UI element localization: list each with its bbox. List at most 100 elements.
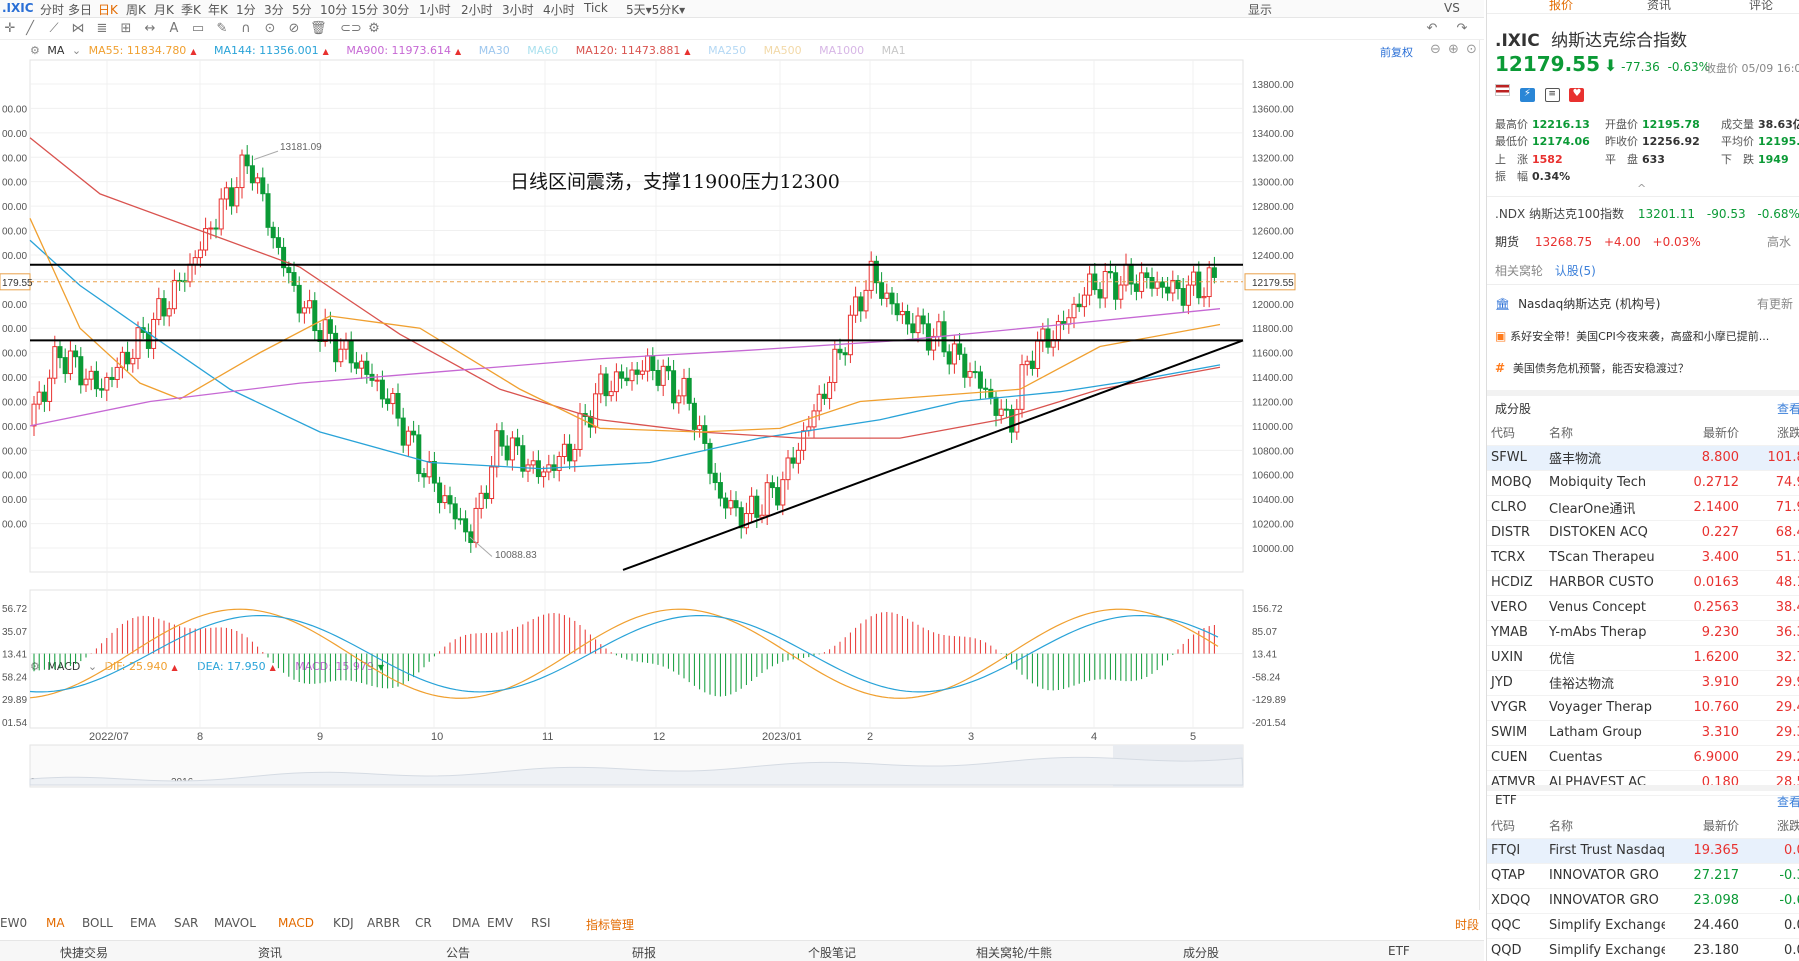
table-row[interactable]: UXIN优信1.620032.79 (1487, 645, 1799, 671)
period-tab[interactable]: 月K (154, 1, 174, 18)
indicator-tab-10[interactable]: DMA (452, 916, 480, 930)
session-button[interactable]: 时段 (1455, 916, 1479, 933)
indicator-tab-8[interactable]: ARBR (367, 916, 400, 930)
table-row[interactable]: CLROClearOne通讯2.140071.93 (1487, 495, 1799, 521)
note-icon[interactable]: ≡ (1544, 88, 1560, 102)
measure-tool-icon[interactable]: ⊞ (118, 21, 134, 37)
period-tab-active[interactable]: 日K (98, 1, 118, 18)
column-header[interactable]: 涨跌幅 (1743, 420, 1799, 446)
bottom-nav-item-2[interactable]: 公告 (446, 944, 470, 961)
indicator-tab-7[interactable]: KDJ (333, 916, 354, 930)
column-header[interactable]: 代码 (1487, 813, 1545, 839)
bottom-nav-item-6[interactable]: 成分股 (1183, 944, 1219, 961)
bottom-nav-item-5[interactable]: 相关窝轮/牛熊 (976, 944, 1052, 961)
bottom-nav-item-4[interactable]: 个股笔记 (808, 944, 856, 961)
column-header[interactable]: 名称 (1545, 813, 1665, 839)
hide-icon[interactable]: ⊘ (286, 21, 302, 37)
indicator-tab-0[interactable]: EW0 (0, 916, 27, 930)
period-tab[interactable]: 1分 (236, 1, 256, 18)
range-select[interactable]: 5天▾5分K▾ (626, 1, 685, 18)
column-header[interactable]: 名称 (1545, 420, 1665, 446)
indicator-tab-4[interactable]: SAR (174, 916, 198, 930)
column-header[interactable]: 代码 (1487, 420, 1545, 446)
period-tab[interactable]: 多日 (68, 1, 92, 18)
table-row[interactable]: FTQIFirst Trust Nasdaq19.3650.03 (1487, 838, 1799, 864)
period-tab[interactable]: 周K (126, 1, 146, 18)
table-row[interactable]: HCDIZHARBOR CUSTO0.016348.18 (1487, 570, 1799, 596)
column-header[interactable]: 涨跌幅 (1743, 813, 1799, 839)
settings-icon[interactable]: ⚙ (366, 21, 382, 37)
table-row[interactable]: CUENCuentas6.900029.21 (1487, 745, 1799, 771)
lock-icon[interactable]: ⊙ (262, 21, 278, 37)
table-row[interactable]: JYD佳裕达物流3.91029.90 (1487, 670, 1799, 696)
table-row[interactable]: SWIMLatham Group3.31029.30 (1487, 720, 1799, 746)
table-row[interactable]: QQCSimplify Exchange24.4600.00 (1487, 913, 1799, 939)
indicator-tab-6[interactable]: MACD (278, 916, 314, 930)
pen-tool-icon[interactable]: ✎ (214, 21, 230, 37)
period-tab[interactable]: 10分 (320, 1, 347, 18)
table-row[interactable]: TCRXTScan Therapeu3.40051.14 (1487, 545, 1799, 571)
display-button[interactable]: 显示 (1248, 1, 1272, 18)
bottom-nav-item-3[interactable]: 研报 (632, 944, 656, 961)
bottom-nav-item-7[interactable]: ETF (1388, 944, 1410, 958)
trash-icon[interactable]: 🗑 (310, 21, 327, 37)
column-header[interactable]: 最新价 (1665, 420, 1743, 446)
indicator-tab-11[interactable]: EMV (487, 916, 513, 930)
period-tab[interactable]: 5分 (292, 1, 312, 18)
favorite-heart-icon[interactable]: ♥ (1569, 88, 1585, 102)
warrant-link[interactable]: 认股(5) (1555, 264, 1596, 278)
redo-icon[interactable]: ↷ (1454, 21, 1470, 37)
futures-row[interactable]: 期货 13268.75 +4.00 +0.03% (1495, 233, 1701, 250)
indicator-tab-13[interactable]: 指标管理 (586, 916, 634, 933)
expand-icon[interactable]: ^ (1637, 182, 1646, 195)
table-row[interactable]: ATMVRALPHAVEST AC0.18028.57 (1487, 770, 1799, 796)
table-row[interactable]: DISTRDISTOKEN ACQ0.22768.44 (1487, 520, 1799, 546)
indicator-tab-12[interactable]: RSI (531, 916, 551, 930)
indicator-tab-5[interactable]: MAVOL (214, 916, 256, 930)
period-tab[interactable]: 分时 (40, 1, 64, 18)
arrow-tool-icon[interactable]: ↔ (142, 21, 158, 37)
period-tab[interactable]: 30分 (382, 1, 409, 18)
trade-icon[interactable]: ⚡ (1519, 88, 1535, 102)
period-tab[interactable]: 年K (208, 1, 228, 18)
fib-tool-icon[interactable]: ≣ (94, 21, 110, 37)
tab-quote[interactable]: 报价 (1549, 0, 1573, 13)
link-icon[interactable]: ⊂⊃ (340, 21, 362, 37)
line-tool-icon[interactable]: ╱ (22, 21, 38, 37)
panel-resize-handle[interactable] (1479, 40, 1486, 910)
table-row[interactable]: QQDSimplify Exchange23.1800.00 (1487, 938, 1799, 961)
period-tab[interactable]: 3小时 (502, 1, 534, 18)
undo-icon[interactable]: ↶ (1424, 21, 1440, 37)
org-row[interactable]: 🏛 Nasdaq纳斯达克 (机构号) (1495, 295, 1660, 312)
ndx-row[interactable]: .NDX 纳斯达克100指数 13201.11 -90.53 -0.68% (1495, 205, 1799, 222)
comment-tool-icon[interactable]: ▭ (190, 21, 206, 37)
tab-news[interactable]: 资讯 (1647, 0, 1671, 13)
period-tab[interactable]: 15分 (351, 1, 378, 18)
kline-chart[interactable]: 13800.00 13600.00 13400.00 13200.00 13000.00… (0, 40, 1486, 910)
indicator-tab-9[interactable]: CR (415, 916, 432, 930)
period-tab[interactable]: 2小时 (461, 1, 493, 18)
period-tab[interactable]: 3分 (264, 1, 284, 18)
vs-button[interactable]: VS (1444, 1, 1460, 15)
bottom-nav-item-1[interactable]: 资讯 (258, 944, 282, 961)
bottom-nav-item-0[interactable]: 快捷交易 (60, 944, 108, 961)
news-item[interactable]: ▣ 系好安全带！美国CPI今夜来袭，高盛和小摩已提前... (1495, 328, 1795, 344)
period-tab[interactable]: Tick (584, 1, 608, 15)
table-row[interactable]: VEROVenus Concept0.256338.47 (1487, 595, 1799, 621)
text-tool-icon[interactable]: A (166, 21, 182, 37)
constituents-more-link[interactable]: 查看 (1777, 400, 1799, 417)
tab-comments[interactable]: 评论 (1749, 0, 1773, 13)
column-header[interactable]: 最新价 (1665, 813, 1743, 839)
indicator-tab-3[interactable]: EMA (130, 916, 156, 930)
period-tab[interactable]: 4小时 (543, 1, 575, 18)
table-row[interactable]: QTAPINNOVATOR GRO27.217-0.33 (1487, 863, 1799, 889)
indicator-tab-2[interactable]: BOLL (82, 916, 113, 930)
channel-tool-icon[interactable]: ⋈ (70, 21, 86, 37)
magnet-icon[interactable]: ∩ (238, 21, 254, 37)
table-row[interactable]: SFWL盛丰物流8.800101.83 (1487, 445, 1799, 471)
indicator-tab-1[interactable]: MA (46, 916, 65, 930)
period-tab[interactable]: 1小时 (419, 1, 451, 18)
etf-more-link[interactable]: 查看 (1777, 793, 1799, 810)
news-item[interactable]: # 美国债务危机预警，能否安稳渡过？ (1495, 360, 1689, 376)
crosshair-icon[interactable]: ✛ (2, 21, 18, 37)
